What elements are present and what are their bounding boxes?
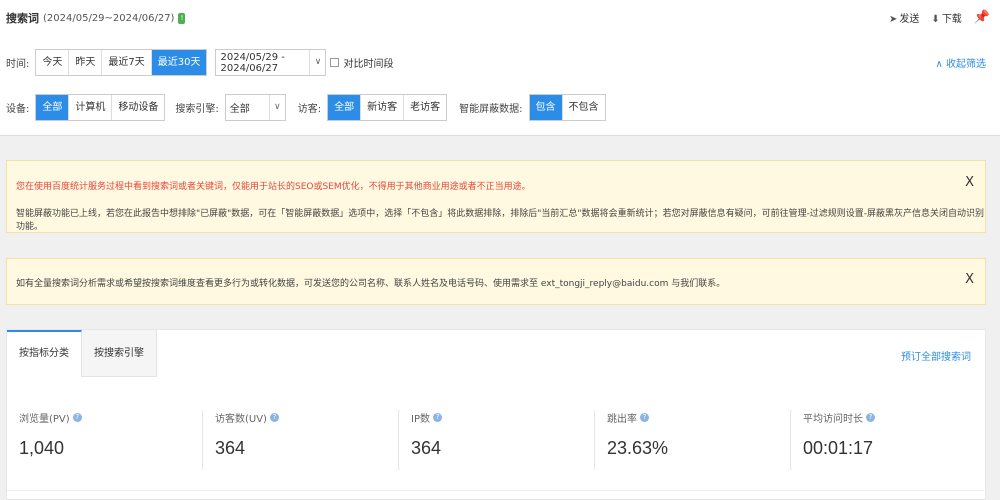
date-range-label: (2024/05/29~2024/06/27) [43, 12, 175, 24]
smart-shield-segment: 包含 不包含 [528, 94, 606, 121]
metric-label: 访客数(UV)? [215, 410, 398, 425]
metric-value: 00:01:17 [803, 438, 874, 458]
notice-contact: 如有全量搜索词分析需求或希望按搜索词维度查看更多行为或转化数据，可发送您的公司名… [6, 258, 986, 305]
tab-by-search-engine[interactable]: 按搜索引擎 [82, 330, 157, 377]
notice-policy: 您在使用百度统计服务过程中看到搜索词或者关键词，仅能用于站长的SEO或SEM优化… [6, 160, 986, 233]
smart-shield-label: 智能屏蔽数据: [459, 104, 523, 115]
time-option-today[interactable]: 今天 [36, 50, 70, 75]
smart-shield-option-exclude[interactable]: 不包含 [563, 95, 605, 120]
notice-shield-text: 智能屏蔽功能已上线，若您在此报告中想排除"已屏蔽"数据，可在「智能屏蔽数据」选项… [16, 209, 985, 232]
metric-avg-duration: 平均访问时长? 00:01:17 [791, 410, 987, 470]
question-icon[interactable]: ? [866, 413, 875, 422]
smart-shield-option-include[interactable]: 包含 [529, 95, 563, 120]
metric-label-text: 跳出率 [607, 414, 637, 425]
visitor-segment: 全部 新访客 老访客 [327, 94, 448, 121]
chevron-down-icon: ∨ [268, 95, 285, 120]
notice-contact-text: 如有全量搜索词分析需求或希望按搜索词维度查看更多行为或转化数据，可发送您的公司名… [16, 279, 726, 289]
device-option-computer[interactable]: 计算机 [69, 95, 113, 120]
download-label: 下载 [941, 14, 962, 25]
date-range-picker[interactable]: 2024/05/29 - 2024/06/27 ∨ [215, 49, 327, 76]
search-engine-select[interactable]: 全部 ∨ [224, 94, 286, 121]
metric-label: 跳出率? [607, 410, 790, 425]
metric-label: 平均访问时长? [803, 410, 987, 425]
pin-icon[interactable]: 📌 [974, 10, 990, 25]
search-engine-label: 搜索引擎: [175, 104, 219, 115]
question-icon[interactable]: ? [432, 413, 442, 422]
divider [7, 490, 987, 491]
time-option-yesterday[interactable]: 昨天 [69, 50, 103, 75]
download-icon: ⬇ [931, 14, 940, 25]
question-icon[interactable]: ? [640, 413, 649, 422]
metric-label-text: 浏览量(PV) [19, 414, 70, 425]
visitor-option-new[interactable]: 新访客 [361, 95, 405, 120]
visitor-option-old[interactable]: 老访客 [404, 95, 446, 120]
send-button[interactable]: ➤ 发送 [889, 10, 919, 25]
metric-ip: IP数? 364 [399, 410, 595, 470]
close-icon[interactable]: X [965, 272, 974, 287]
filter-row: 设备: 全部 计算机 移动设备 搜索引擎: 全部 ∨ 访客: 全部 新访客 老访… [6, 94, 606, 121]
metric-label-text: 访客数(UV) [215, 414, 267, 425]
compare-checkbox[interactable] [330, 58, 340, 67]
chevron-down-icon: ∨ [309, 50, 325, 75]
metric-label-text: IP数 [411, 414, 430, 425]
collapse-filter-link[interactable]: ∧ 收起筛选 [936, 55, 987, 70]
device-label: 设备: [6, 104, 30, 115]
card-tabs: 按指标分类 按搜索引擎 [7, 330, 157, 377]
header-panel: 搜索词 (2024/05/29~2024/06/27) ! ➤ 发送 ⬇ 下载 📌 … [0, 0, 1000, 136]
download-button[interactable]: ⬇ 下载 [931, 10, 961, 25]
time-option-last30[interactable]: 最近30天 [151, 50, 207, 75]
metrics-card: 按指标分类 按搜索引擎 预订全部搜索词 浏览量(PV)? 1,040 访客数(U… [6, 329, 987, 500]
visitor-label: 访客: [297, 104, 322, 115]
time-segment: 今天 昨天 最近7天 最近30天 [35, 49, 208, 76]
device-segment: 全部 计算机 移动设备 [35, 94, 166, 121]
close-icon[interactable]: X [965, 175, 974, 190]
page-title: 搜索词 [6, 12, 39, 25]
metric-bounce-rate: 跳出率? 23.63% [595, 410, 791, 470]
metric-uv: 访客数(UV)? 364 [203, 410, 399, 470]
metric-label: IP数? [411, 410, 594, 425]
send-label: 发送 [899, 14, 920, 25]
metrics-row: 浏览量(PV)? 1,040 访客数(UV)? 364 IP数? 364 跳出率… [7, 410, 987, 470]
device-option-mobile[interactable]: 移动设备 [112, 95, 164, 120]
metric-label: 浏览量(PV)? [19, 410, 202, 425]
title-row: 搜索词 (2024/05/29~2024/06/27) ! [6, 10, 186, 26]
question-icon[interactable]: ? [269, 413, 279, 422]
time-label: 时间: [6, 59, 30, 70]
time-option-last7[interactable]: 最近7天 [102, 50, 152, 75]
search-engine-value: 全部 [229, 104, 250, 115]
question-icon[interactable]: ? [72, 413, 82, 422]
tab-by-metric[interactable]: 按指标分类 [7, 330, 82, 377]
top-actions: ➤ 发送 ⬇ 下载 📌 [889, 10, 990, 25]
metric-value: 23.63% [607, 438, 669, 458]
device-option-all[interactable]: 全部 [36, 95, 70, 120]
metric-value: 364 [411, 438, 442, 458]
notice-warning-text: 您在使用百度统计服务过程中看到搜索词或者关键词，仅能用于站长的SEO或SEM优化… [16, 182, 531, 192]
info-badge-icon[interactable]: ! [178, 12, 186, 24]
time-filter-row: 时间: 今天 昨天 最近7天 最近30天 2024/05/29 - 2024/0… [6, 49, 393, 76]
metric-label-text: 平均访问时长 [803, 414, 863, 425]
subscribe-all-link[interactable]: 预订全部搜索词 [901, 348, 971, 363]
visitor-option-all[interactable]: 全部 [328, 95, 362, 120]
metric-value: 1,040 [19, 438, 65, 458]
send-icon: ➤ [889, 14, 898, 25]
metric-pv: 浏览量(PV)? 1,040 [7, 410, 203, 470]
metric-value: 364 [215, 438, 246, 458]
compare-label: 对比时间段 [343, 59, 394, 70]
